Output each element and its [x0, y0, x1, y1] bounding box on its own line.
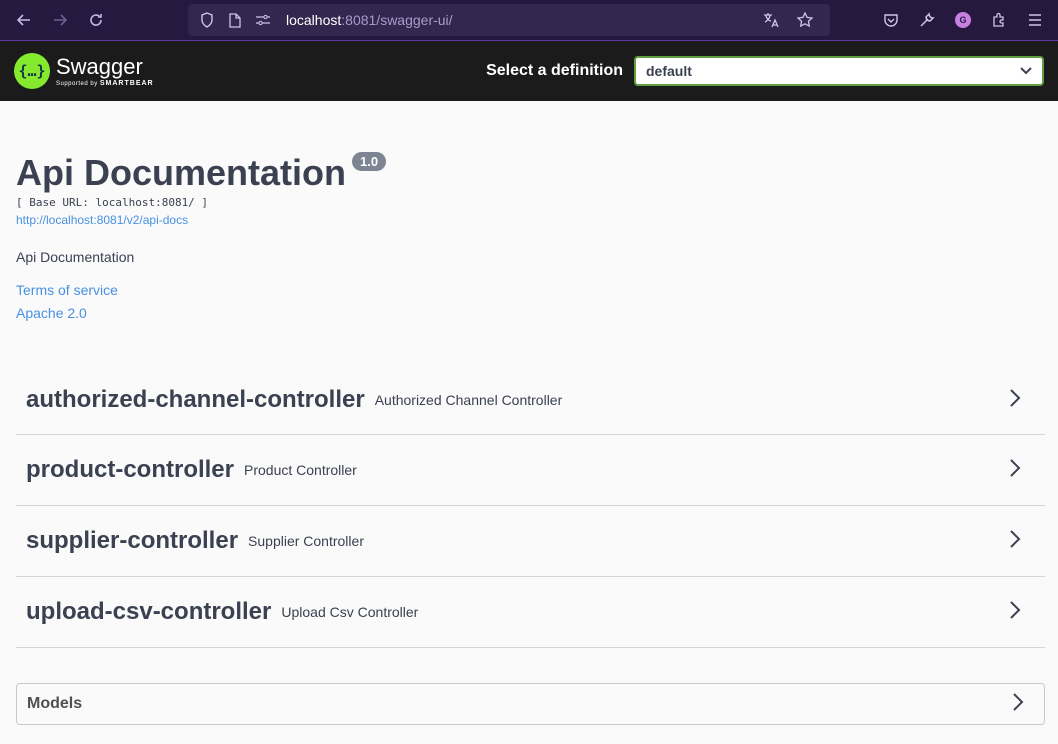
- tag-upload-csv-controller[interactable]: upload-csv-controller Upload Csv Control…: [16, 577, 1045, 648]
- api-docs-link[interactable]: http://localhost:8081/v2/api-docs: [16, 213, 1042, 227]
- permissions-icon[interactable]: [252, 9, 274, 31]
- chevron-right-icon[interactable]: [1009, 600, 1021, 625]
- chevron-down-icon: [1020, 64, 1032, 78]
- models-section[interactable]: Models: [16, 683, 1045, 725]
- tag-name: authorized-channel-controller: [26, 386, 365, 413]
- definition-selector: Select a definition default: [486, 56, 1044, 86]
- tag-supplier-controller[interactable]: supplier-controller Supplier Controller: [16, 506, 1045, 577]
- tag-authorized-channel-controller[interactable]: authorized-channel-controller Authorized…: [16, 366, 1045, 435]
- url-path: :8081/swagger-ui/: [341, 12, 453, 28]
- chevron-right-icon[interactable]: [1009, 388, 1021, 413]
- page-icon[interactable]: [224, 9, 246, 31]
- url-host: localhost: [286, 12, 342, 28]
- definition-label: Select a definition: [486, 62, 623, 79]
- tag-product-controller[interactable]: product-controller Product Controller: [16, 435, 1045, 506]
- menu-icon[interactable]: [1024, 9, 1046, 31]
- tag-name: product-controller: [26, 456, 234, 483]
- tag-description: Product Controller: [244, 462, 357, 478]
- arrow-right-icon: [54, 14, 68, 26]
- forward-button[interactable]: [46, 6, 74, 34]
- page-title: Api Documentation: [16, 152, 346, 193]
- reload-button[interactable]: [82, 6, 110, 34]
- logo-sub-brand: SMARTBEAR: [99, 79, 154, 87]
- address-bar[interactable]: localhost:8081/swagger-ui/: [188, 4, 830, 36]
- shield-icon[interactable]: [196, 9, 218, 31]
- terms-of-service-link[interactable]: Terms of service: [16, 282, 1042, 298]
- wrench-icon[interactable]: [916, 9, 938, 31]
- reload-icon: [90, 14, 102, 26]
- api-description: Api Documentation: [16, 249, 135, 265]
- bookmark-star-icon[interactable]: [794, 9, 816, 31]
- logo-name: Swagger: [56, 53, 143, 79]
- logo-subtitle: Supported by SMARTBEAR: [56, 80, 154, 87]
- tag-description: Supplier Controller: [248, 533, 364, 549]
- translate-icon[interactable]: [760, 9, 782, 31]
- swagger-logo[interactable]: {…} Swagger Supported by SMARTBEAR: [14, 53, 154, 89]
- logo-sub-prefix: Supported by: [56, 80, 98, 87]
- back-button[interactable]: [10, 6, 38, 34]
- base-url: [ Base URL: localhost:8081/ ]: [16, 196, 209, 209]
- definition-value: default: [646, 63, 692, 79]
- version-badge: 1.0: [352, 152, 387, 171]
- models-title: Models: [27, 695, 83, 712]
- tag-description: Upload Csv Controller: [281, 604, 419, 620]
- swagger-topbar: {…} Swagger Supported by SMARTBEAR Selec…: [0, 41, 1058, 101]
- chevron-right-icon[interactable]: [1009, 529, 1021, 554]
- avatar-letter: G: [955, 12, 971, 28]
- swagger-logo-icon: {…}: [14, 53, 50, 89]
- chevron-right-icon[interactable]: [1012, 692, 1024, 717]
- arrow-left-icon: [16, 14, 30, 26]
- tag-name: upload-csv-controller: [26, 598, 272, 625]
- extensions-icon[interactable]: [988, 9, 1010, 31]
- url-text[interactable]: localhost:8081/swagger-ui/: [286, 12, 453, 28]
- pocket-icon[interactable]: [880, 9, 902, 31]
- tag-description: Authorized Channel Controller: [374, 392, 563, 408]
- logo-glyph: {…}: [18, 62, 46, 80]
- license-link[interactable]: Apache 2.0: [16, 305, 1042, 321]
- browser-toolbar: localhost:8081/swagger-ui/ G: [0, 0, 1058, 41]
- account-avatar[interactable]: G: [952, 9, 974, 31]
- operation-tags: authorized-channel-controller Authorized…: [16, 366, 1045, 648]
- chevron-right-icon[interactable]: [1009, 458, 1021, 483]
- api-info: Api Documentation 1.0 [ Base URL: localh…: [0, 152, 1058, 321]
- definition-select[interactable]: default: [634, 56, 1044, 86]
- tag-name: supplier-controller: [26, 527, 239, 554]
